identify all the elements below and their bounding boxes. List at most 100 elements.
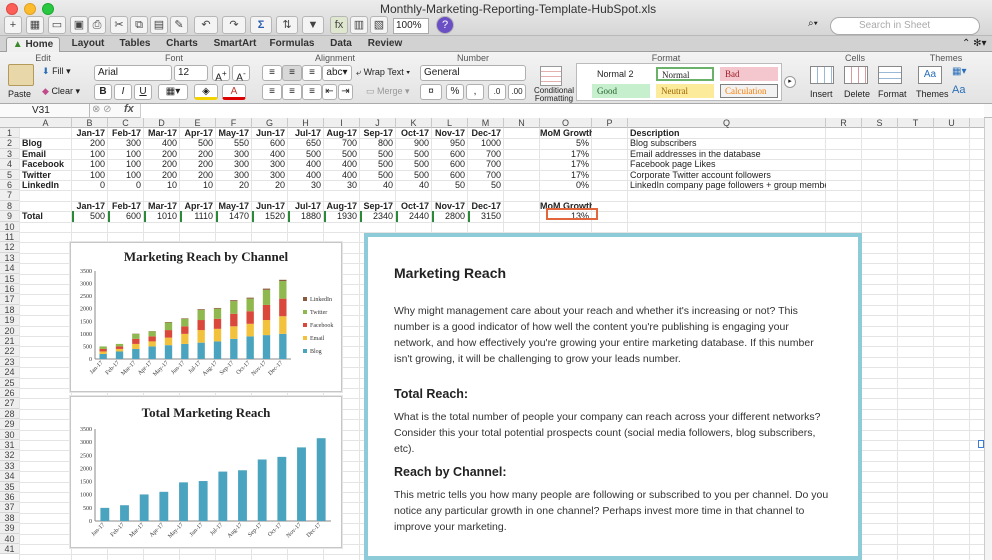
cell[interactable]: 200 [72, 138, 108, 148]
copy-icon[interactable]: ⧉ [130, 16, 148, 34]
cell[interactable]: 600 [252, 138, 288, 148]
cell[interactable]: Jul-17 [288, 128, 324, 138]
cell[interactable]: 500 [360, 149, 396, 159]
cell[interactable]: Corporate Twitter account followers [628, 170, 826, 180]
cell[interactable]: Sep-17 [360, 128, 396, 138]
align-bottom-icon[interactable]: ≡ [302, 65, 322, 81]
cell[interactable]: 200 [144, 170, 180, 180]
sort-icon[interactable]: ⇅ [276, 16, 298, 34]
format-painter-icon[interactable]: ✎ [170, 16, 188, 34]
font-color-icon[interactable]: A [222, 84, 246, 100]
cell[interactable]: 200 [180, 170, 216, 180]
theme-colors-icon[interactable]: ▦▾ [952, 66, 966, 77]
borders-icon[interactable]: ▦▾ [158, 84, 188, 100]
row-header[interactable]: 39 [0, 523, 20, 534]
italic-icon[interactable]: I [114, 84, 132, 100]
number-format-select[interactable]: General [420, 65, 526, 81]
row-header[interactable]: 40 [0, 533, 20, 544]
format-cells-icon[interactable] [878, 66, 902, 84]
tab-review[interactable]: Review [362, 37, 408, 52]
row-header[interactable]: 35 [0, 481, 20, 492]
style-calculation[interactable]: Calculation [720, 84, 778, 98]
themes-label[interactable]: Themes [916, 89, 949, 99]
row-header[interactable]: 6 [0, 180, 20, 191]
cell[interactable]: May-17 [216, 128, 252, 138]
row-header[interactable]: 26 [0, 388, 20, 399]
column-header-i[interactable]: I [324, 118, 360, 128]
cell[interactable]: 0% [540, 180, 592, 190]
row-header[interactable]: 13 [0, 252, 20, 264]
fill-button[interactable]: ⬇ Fill ▾ [42, 66, 71, 77]
cell[interactable]: 500 [360, 170, 396, 180]
templates-icon[interactable]: ▦ [26, 16, 44, 34]
cell[interactable]: 1520 [252, 211, 288, 222]
filter-icon[interactable]: ▼ [302, 16, 324, 34]
cell[interactable]: 40 [360, 180, 396, 190]
cell[interactable]: 20 [216, 180, 252, 190]
cell[interactable]: 700 [468, 159, 504, 169]
toolbox-icon[interactable]: ▧ [370, 16, 388, 34]
cell[interactable]: 300 [216, 149, 252, 159]
conditional-formatting-label[interactable]: Conditional Formatting [534, 87, 574, 103]
cell[interactable]: 500 [396, 159, 432, 169]
cell[interactable]: Dec-17 [468, 201, 504, 211]
vertical-scrollbar[interactable] [984, 118, 992, 560]
underline-icon[interactable]: U [134, 84, 152, 100]
column-header-p[interactable]: P [592, 118, 628, 128]
row-header[interactable]: 12 [0, 242, 20, 253]
save-icon[interactable]: ▣ [70, 16, 88, 34]
minimize-window-button[interactable] [24, 3, 36, 15]
column-header-b[interactable]: B [72, 118, 108, 128]
column-header-h[interactable]: H [288, 118, 324, 128]
column-header-r[interactable]: R [826, 118, 862, 128]
cell[interactable]: Email [20, 149, 72, 159]
cell[interactable]: Email addresses in the database [628, 149, 826, 159]
tab-charts[interactable]: Charts [158, 37, 206, 52]
column-header-l[interactable]: L [432, 118, 468, 128]
wrap-text-button[interactable]: ⤶ Wrap Text ▾ [356, 67, 410, 78]
row-header[interactable]: 18 [0, 304, 20, 316]
cell[interactable]: May-17 [216, 201, 252, 211]
column-header-k[interactable]: K [396, 118, 432, 128]
formula-input[interactable] [140, 104, 984, 118]
format-label[interactable]: Format [878, 89, 907, 99]
column-header-c[interactable]: C [108, 118, 144, 128]
cut-icon[interactable]: ✂ [110, 16, 128, 34]
insert-label[interactable]: Insert [810, 89, 833, 99]
comma-style-icon[interactable]: , [466, 84, 484, 100]
cell[interactable]: Jun-17 [252, 128, 288, 138]
cell[interactable]: 100 [108, 159, 144, 169]
cell[interactable]: 300 [252, 170, 288, 180]
cell[interactable]: LinkedIn [20, 180, 72, 190]
cell[interactable]: 100 [72, 170, 108, 180]
cell[interactable]: 100 [108, 170, 144, 180]
chart-reach-by-channel[interactable]: Marketing Reach by Channel 0 500 1000 1500 2… [70, 242, 342, 392]
style-bad[interactable]: Bad [720, 67, 778, 81]
close-window-button[interactable] [6, 3, 18, 15]
align-right-icon[interactable]: ≡ [302, 84, 322, 100]
row-header[interactable]: 34 [0, 471, 20, 482]
cell[interactable]: 950 [432, 138, 468, 148]
zoom-select[interactable]: 100% [393, 18, 429, 34]
style-normal[interactable]: Normal [656, 67, 714, 81]
cell[interactable]: 1880 [288, 211, 324, 222]
cell[interactable]: Blog subscribers [628, 138, 826, 148]
column-header-q[interactable]: Q [628, 118, 826, 128]
delete-cells-icon[interactable] [844, 66, 868, 84]
row-header[interactable]: 25 [0, 377, 20, 388]
cell[interactable]: MoM Growth [540, 128, 592, 138]
cell[interactable]: Mar-17 [144, 201, 180, 211]
cell[interactable]: 50 [432, 180, 468, 190]
cell[interactable]: 50 [468, 180, 504, 190]
style-normal-2[interactable]: Normal 2 [592, 67, 650, 81]
paste-icon[interactable] [8, 64, 34, 86]
name-box[interactable]: V31 [2, 104, 90, 118]
cell[interactable]: Nov-17 [432, 201, 468, 211]
tab-formulas[interactable]: Formulas [264, 37, 320, 52]
row-header[interactable]: 9 [0, 211, 20, 222]
column-header-a[interactable]: A [20, 118, 72, 128]
cell[interactable]: 400 [288, 159, 324, 169]
conditional-formatting-icon[interactable] [540, 66, 562, 86]
cell[interactable]: 700 [468, 149, 504, 159]
cell[interactable]: 17% [540, 170, 592, 180]
